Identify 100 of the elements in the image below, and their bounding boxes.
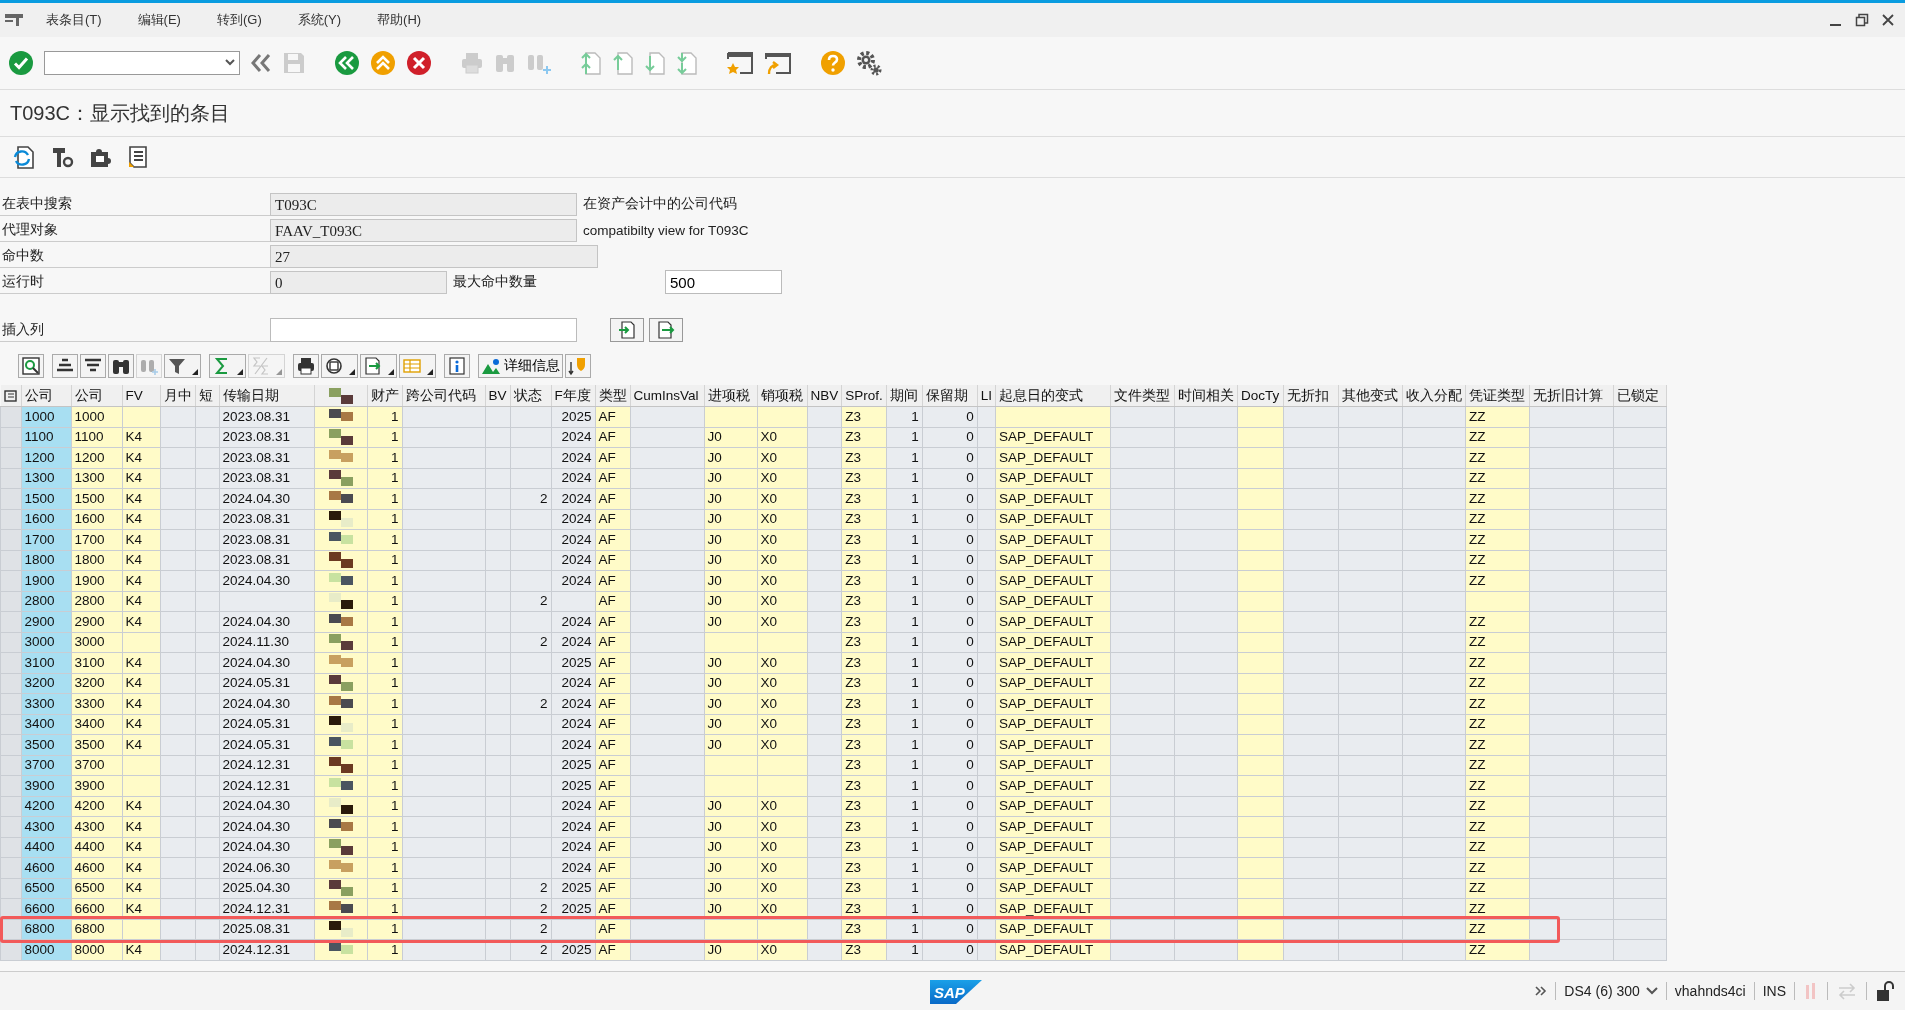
print-icon[interactable] — [460, 51, 484, 75]
input-mode: INS — [1762, 983, 1786, 999]
column-header[interactable]: 凭证类型 — [1465, 385, 1530, 407]
column-header[interactable]: 文件类型 — [1110, 385, 1175, 407]
column-header[interactable]: FV — [122, 385, 160, 407]
shield-down-button[interactable] — [565, 354, 591, 378]
pixelated-block — [328, 593, 353, 610]
expand-icon[interactable] — [1535, 985, 1548, 997]
insert-column-button[interactable] — [610, 318, 644, 342]
export-button[interactable] — [360, 354, 397, 378]
column-header[interactable]: SProf. — [841, 385, 887, 407]
subtotal-icon — [251, 356, 271, 376]
field-label: 命中数 — [0, 244, 270, 268]
double-chevron-icon[interactable] — [250, 52, 272, 74]
column-header[interactable]: 保留期 — [922, 385, 978, 407]
menu-icon[interactable] — [4, 13, 24, 27]
sort-ascending-button[interactable] — [52, 354, 78, 378]
field-label: 代理对象 — [0, 218, 270, 242]
column-header[interactable]: 收入分配 — [1402, 385, 1466, 407]
details-button[interactable]: 详细信息 — [478, 354, 563, 378]
last-page-icon[interactable] — [676, 50, 698, 76]
sort-descending-button[interactable] — [80, 354, 106, 378]
menu-item[interactable]: 转到(G) — [198, 11, 280, 29]
column-header[interactable]: 进项税 — [704, 385, 757, 407]
export-icon — [363, 356, 383, 376]
tool-icon[interactable] — [50, 145, 74, 169]
cancel-icon[interactable] — [406, 50, 432, 76]
column-header[interactable]: 起息日的变式 — [995, 385, 1111, 407]
window-arrow-icon[interactable] — [764, 50, 792, 76]
print-icon — [296, 356, 316, 376]
transfer-icon[interactable] — [1836, 981, 1858, 1001]
column-header[interactable]: 无折扣 — [1283, 385, 1339, 407]
find-button[interactable] — [108, 354, 134, 378]
column-header[interactable]: DocTy — [1237, 385, 1284, 407]
column-header[interactable]: 短 — [195, 385, 219, 407]
column-header[interactable]: BV — [485, 385, 510, 407]
subtotal-button[interactable] — [248, 354, 285, 378]
input-field[interactable]: 500 — [665, 270, 782, 294]
first-page-icon[interactable] — [580, 50, 602, 76]
server-name: vhahnds4ci — [1674, 983, 1746, 999]
help-icon[interactable] — [820, 50, 846, 76]
caret-icon — [349, 369, 355, 375]
caret-icon — [192, 369, 198, 375]
caret-icon — [276, 369, 282, 375]
column-header[interactable]: 期间 — [886, 385, 923, 407]
caret-icon[interactable] — [225, 59, 235, 67]
settings-icon[interactable] — [856, 50, 882, 76]
column-header[interactable]: 销项税 — [757, 385, 807, 407]
column-settings-icon[interactable] — [3, 388, 18, 403]
next-page-icon[interactable] — [644, 50, 666, 76]
sum-button[interactable] — [209, 354, 246, 378]
layout-button[interactable] — [399, 354, 436, 378]
insert-column-button[interactable] — [649, 318, 683, 342]
menu-item[interactable]: 编辑(E) — [119, 11, 199, 29]
readonly-field: 0 — [270, 270, 447, 294]
column-header[interactable]: 状态 — [510, 385, 551, 407]
menu-item[interactable]: 帮助(H) — [359, 11, 440, 29]
details-button[interactable] — [18, 354, 44, 378]
info-button[interactable] — [444, 354, 470, 378]
command-field[interactable] — [44, 51, 240, 75]
column-header[interactable]: 已锁定 — [1613, 385, 1667, 407]
caret-icon — [427, 369, 433, 375]
save-icon[interactable] — [282, 51, 306, 75]
column-header[interactable]: 传输日期 — [219, 385, 314, 407]
field-label: 插入列 — [0, 318, 270, 342]
exit-icon[interactable] — [370, 50, 396, 76]
refresh-document-icon[interactable] — [12, 145, 36, 169]
column-header[interactable]: 无折旧计算 — [1529, 385, 1614, 407]
back-icon[interactable] — [334, 50, 360, 76]
page-arrow-icon — [618, 321, 636, 339]
column-header[interactable]: NBV — [807, 385, 842, 407]
column-header[interactable]: 类型 — [595, 385, 630, 407]
column-header[interactable]: 其他变式 — [1338, 385, 1403, 407]
lock-icon[interactable] — [1875, 980, 1895, 1002]
previous-page-icon[interactable] — [612, 50, 634, 76]
menu-item[interactable]: 系统(Y) — [279, 11, 360, 29]
close-icon[interactable] — [1881, 13, 1895, 27]
column-header[interactable]: 财产 — [367, 385, 402, 407]
window-star-icon[interactable] — [726, 50, 754, 76]
menu-item[interactable]: 表条目(T) — [28, 11, 120, 29]
restore-icon[interactable] — [1855, 13, 1869, 27]
check-icon[interactable] — [8, 50, 34, 76]
column-header[interactable]: 公司 — [21, 385, 71, 407]
column-header[interactable]: 月中 — [160, 385, 195, 407]
print-button[interactable] — [293, 354, 319, 378]
readonly-field: 27 — [270, 244, 598, 268]
view-button[interactable] — [321, 354, 358, 378]
caret-icon[interactable] — [1645, 987, 1658, 995]
filter-icon — [167, 356, 187, 376]
mountain-icon — [481, 357, 501, 375]
pixelated-block — [328, 757, 353, 774]
filter-button[interactable] — [164, 354, 201, 378]
column-header[interactable]: 公司 — [71, 385, 122, 407]
column-header[interactable]: F年度 — [551, 385, 595, 407]
column-header[interactable]: 跨公司代码 — [402, 385, 485, 407]
column-header[interactable]: CumInsVal — [630, 385, 704, 407]
caret-icon — [237, 369, 243, 375]
column-header[interactable]: 时间相关 — [1174, 385, 1238, 407]
input-field[interactable] — [270, 318, 577, 342]
document-list-icon[interactable] — [126, 145, 150, 169]
